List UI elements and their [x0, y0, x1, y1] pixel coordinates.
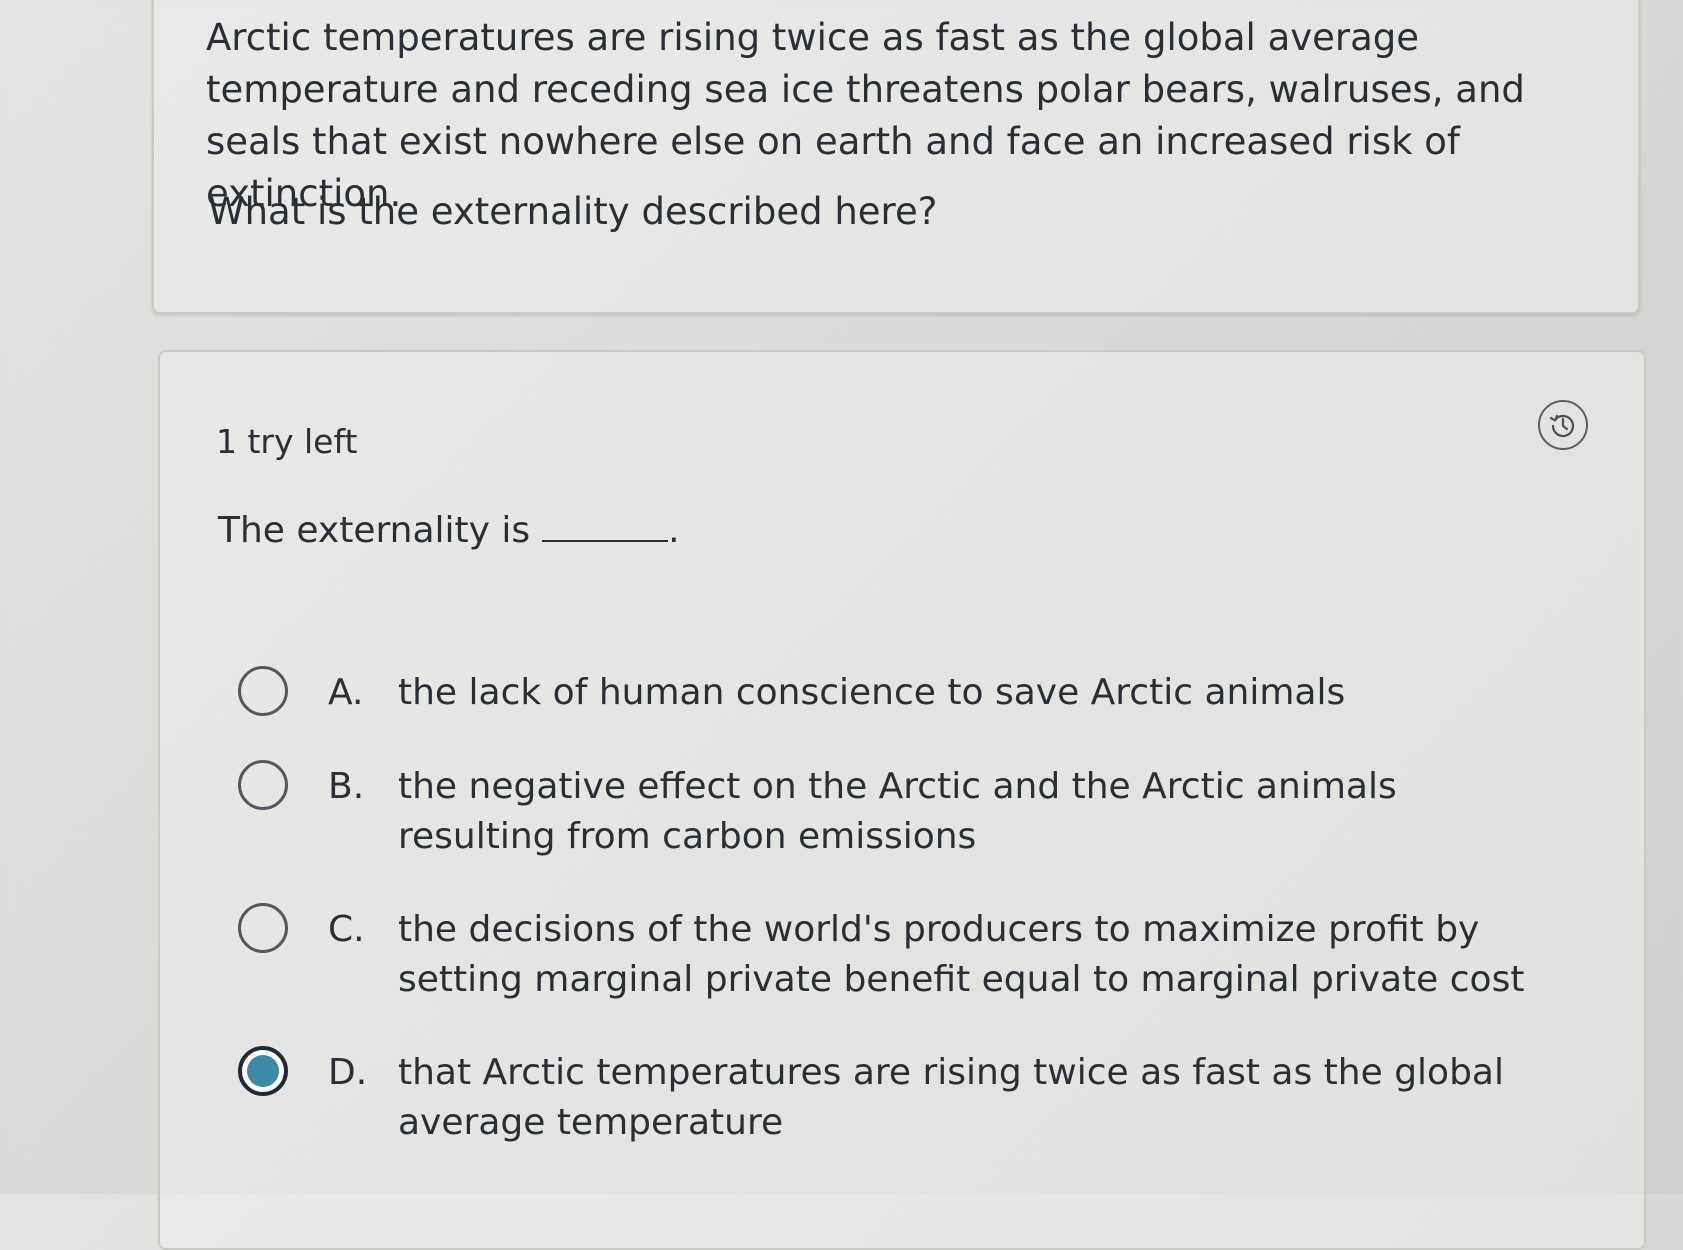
- option-d[interactable]: D. that Arctic temperatures are rising t…: [238, 1046, 1538, 1148]
- option-d-text: that Arctic temperatures are rising twic…: [398, 1052, 1504, 1143]
- option-d-letter: D.: [328, 1052, 368, 1093]
- option-b[interactable]: B. the negative effect on the Arctic and…: [238, 760, 1538, 862]
- answer-blank: [542, 512, 669, 542]
- radio-option-d-selected[interactable]: [238, 1046, 288, 1096]
- option-a-text: the lack of human conscience to save Arc…: [398, 672, 1346, 713]
- option-c-letter: C.: [328, 909, 365, 950]
- question-stem: Arctic temperatures are rising twice as …: [206, 16, 1525, 215]
- sentence-start: The externality is: [218, 510, 531, 551]
- radio-option-b[interactable]: [238, 760, 288, 810]
- question-card: Arctic temperatures are rising twice as …: [152, 0, 1640, 314]
- option-c[interactable]: C. the decisions of the world's producer…: [238, 903, 1538, 1005]
- option-a-letter: A.: [328, 672, 364, 713]
- option-b-letter: B.: [328, 766, 365, 807]
- history-icon: [1549, 414, 1575, 438]
- option-a[interactable]: A. the lack of human conscience to save …: [238, 666, 1538, 718]
- answer-card: 1 try left The externality is. A. the la…: [158, 350, 1646, 1250]
- radio-option-a[interactable]: [238, 666, 288, 716]
- fill-in-sentence: The externality is.: [218, 510, 680, 551]
- radio-option-c[interactable]: [238, 903, 288, 953]
- sentence-end: .: [668, 510, 680, 551]
- option-c-text: the decisions of the world's producers t…: [398, 909, 1525, 1000]
- history-button[interactable]: [1538, 400, 1588, 450]
- question-prompt: What is the externality described here?: [208, 190, 938, 233]
- tries-left-label: 1 try left: [216, 422, 358, 461]
- option-b-text: the negative effect on the Arctic and th…: [398, 766, 1397, 857]
